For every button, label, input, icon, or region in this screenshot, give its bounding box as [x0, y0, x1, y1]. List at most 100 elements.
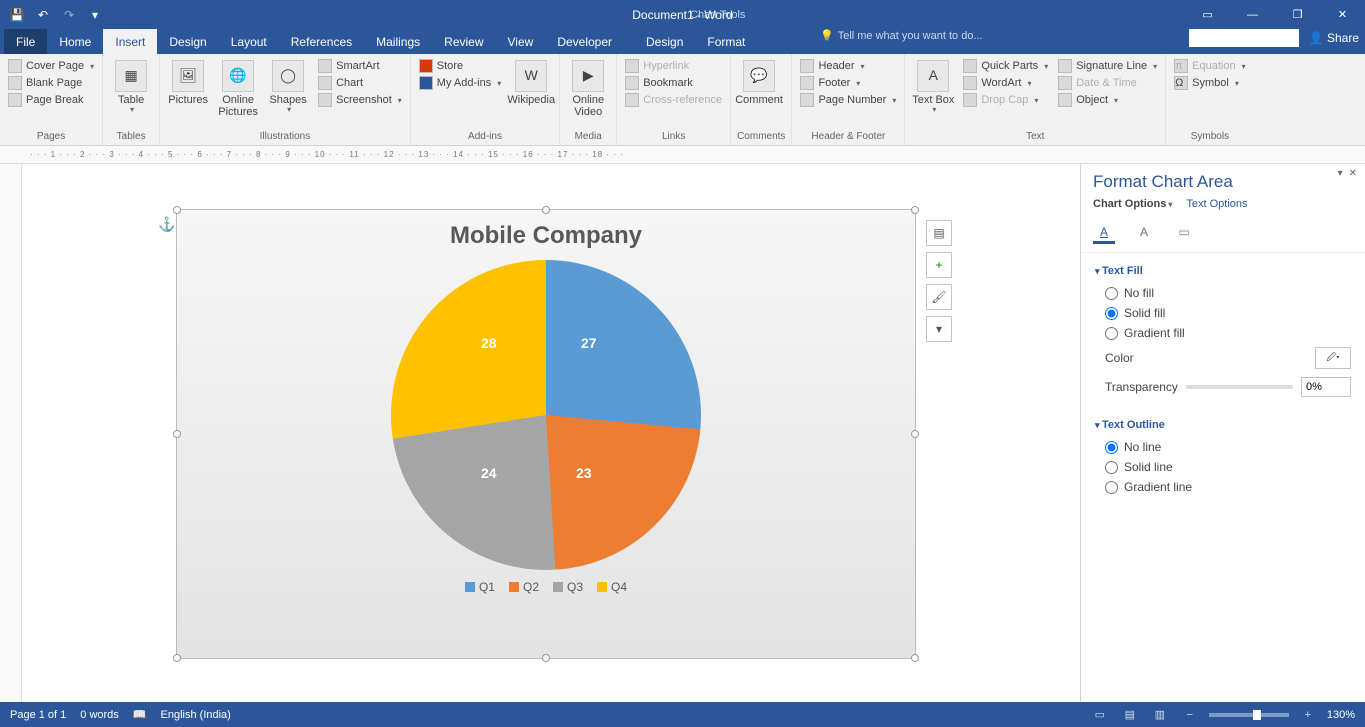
tab-mailings[interactable]: Mailings: [364, 29, 432, 54]
ribbon-display-options-icon[interactable]: ▭: [1185, 0, 1230, 29]
signature-line-button[interactable]: Signature Line: [1056, 58, 1159, 74]
resize-handle-w[interactable]: [173, 430, 181, 438]
resize-handle-se[interactable]: [911, 654, 919, 662]
zoom-slider[interactable]: [1209, 713, 1289, 717]
save-icon[interactable]: 💾: [8, 6, 26, 24]
resize-handle-nw[interactable]: [173, 206, 181, 214]
resize-handle-sw[interactable]: [173, 654, 181, 662]
resize-handle-n[interactable]: [542, 206, 550, 214]
horizontal-ruler[interactable]: · · · 1 · · · 2 · · · 3 · · · 4 · · · 5 …: [0, 146, 1365, 164]
page-break-button[interactable]: Page Break: [6, 92, 96, 108]
minimize-icon[interactable]: ―: [1230, 0, 1275, 29]
gradient-fill-radio[interactable]: Gradient fill: [1095, 323, 1351, 343]
my-addins-button[interactable]: My Add-ins: [417, 75, 503, 91]
qat-more-icon[interactable]: ▾: [86, 6, 104, 24]
chart-button[interactable]: Chart: [316, 75, 404, 91]
text-effects-icon[interactable]: A: [1133, 222, 1155, 244]
store-button[interactable]: Store: [417, 58, 503, 74]
chart-object[interactable]: Mobile Company 27 23 24 28 Q1 Q2 Q3 Q4: [176, 209, 916, 659]
tab-view[interactable]: View: [496, 29, 546, 54]
tab-developer[interactable]: Developer: [545, 29, 624, 54]
smartart-button[interactable]: SmartArt: [316, 58, 404, 74]
tab-file[interactable]: File: [4, 29, 47, 54]
online-pictures-button[interactable]: 🌐Online Pictures: [216, 58, 260, 131]
zoom-level[interactable]: 130%: [1327, 709, 1355, 721]
read-mode-icon[interactable]: ▭: [1089, 706, 1111, 724]
spellcheck-icon[interactable]: 📖: [133, 708, 147, 721]
maximize-icon[interactable]: ❐: [1275, 0, 1320, 29]
undo-icon[interactable]: ↶: [34, 6, 52, 24]
pane-close-icon[interactable]: ✕: [1349, 168, 1357, 179]
text-options-tab[interactable]: Text Options: [1186, 198, 1247, 210]
print-layout-icon[interactable]: ▤: [1119, 706, 1141, 724]
legend-item-q4[interactable]: Q4: [597, 580, 627, 594]
text-outline-section[interactable]: Text Outline: [1095, 419, 1351, 431]
word-count[interactable]: 0 words: [80, 709, 119, 721]
object-button[interactable]: Object: [1056, 92, 1159, 108]
header-button[interactable]: Header: [798, 58, 898, 74]
text-box-button[interactable]: AText Box: [911, 58, 955, 131]
pane-options-icon[interactable]: ▾: [1338, 168, 1343, 179]
vertical-ruler[interactable]: [0, 164, 22, 702]
tab-design[interactable]: Design: [157, 29, 218, 54]
chart-elements-button[interactable]: +: [926, 252, 952, 278]
chart-legend[interactable]: Q1 Q2 Q3 Q4: [177, 580, 915, 594]
chart-styles-button[interactable]: 🖌: [926, 284, 952, 310]
anchor-icon[interactable]: ⚓: [158, 216, 176, 234]
zoom-in-button[interactable]: +: [1297, 706, 1319, 724]
resize-handle-e[interactable]: [911, 430, 919, 438]
tab-references[interactable]: References: [279, 29, 364, 54]
textbox-icon[interactable]: ▭: [1173, 222, 1195, 244]
search-box[interactable]: [1189, 29, 1299, 47]
transparency-slider[interactable]: [1186, 385, 1293, 389]
no-fill-radio[interactable]: No fill: [1095, 283, 1351, 303]
pie-chart[interactable]: 27 23 24 28: [391, 260, 701, 570]
transparency-input[interactable]: [1301, 377, 1351, 397]
page-number-button[interactable]: Page Number: [798, 92, 898, 108]
web-layout-icon[interactable]: ▥: [1149, 706, 1171, 724]
close-icon[interactable]: ✕: [1320, 0, 1365, 29]
resize-handle-s[interactable]: [542, 654, 550, 662]
screenshot-button[interactable]: Screenshot: [316, 92, 404, 108]
share-button[interactable]: 👤 Share: [1309, 31, 1359, 45]
tab-insert[interactable]: Insert: [103, 29, 157, 54]
language-indicator[interactable]: English (India): [161, 709, 231, 721]
blank-page-button[interactable]: Blank Page: [6, 75, 96, 91]
zoom-out-button[interactable]: −: [1179, 706, 1201, 724]
redo-icon[interactable]: ↷: [60, 6, 78, 24]
tell-me-search[interactable]: 💡 Tell me what you want to do...: [820, 29, 983, 42]
legend-item-q2[interactable]: Q2: [509, 580, 539, 594]
text-fill-outline-icon[interactable]: A: [1093, 222, 1115, 244]
chart-title[interactable]: Mobile Company: [177, 210, 915, 250]
cover-page-button[interactable]: Cover Page: [6, 58, 96, 74]
symbol-button[interactable]: ΩSymbol: [1172, 75, 1247, 91]
chart-filters-button[interactable]: ▾: [926, 316, 952, 342]
document-canvas[interactable]: ⚓ Mobile Company 27 23 24: [22, 164, 1080, 702]
chart-options-tab[interactable]: Chart Options: [1093, 198, 1172, 210]
tab-home[interactable]: Home: [47, 29, 103, 54]
legend-item-q1[interactable]: Q1: [465, 580, 495, 594]
footer-button[interactable]: Footer: [798, 75, 898, 91]
wordart-button[interactable]: WordArt: [961, 75, 1050, 91]
resize-handle-ne[interactable]: [911, 206, 919, 214]
pictures-button[interactable]: 🖼Pictures: [166, 58, 210, 131]
gradient-line-radio[interactable]: Gradient line: [1095, 477, 1351, 497]
pie-slices[interactable]: [391, 260, 701, 570]
tab-layout[interactable]: Layout: [219, 29, 279, 54]
online-video-button[interactable]: ▶Online Video: [566, 58, 610, 131]
layout-options-button[interactable]: ▤: [926, 220, 952, 246]
text-fill-section[interactable]: Text Fill: [1095, 265, 1351, 277]
wikipedia-button[interactable]: WWikipedia: [509, 58, 553, 131]
no-line-radio[interactable]: No line: [1095, 437, 1351, 457]
quick-parts-button[interactable]: Quick Parts: [961, 58, 1050, 74]
solid-fill-radio[interactable]: Solid fill: [1095, 303, 1351, 323]
page-indicator[interactable]: Page 1 of 1: [10, 709, 66, 721]
bookmark-button[interactable]: Bookmark: [623, 75, 724, 91]
tab-chart-design[interactable]: Design: [634, 29, 695, 54]
tab-chart-format[interactable]: Format: [695, 29, 757, 54]
tab-review[interactable]: Review: [432, 29, 495, 54]
solid-line-radio[interactable]: Solid line: [1095, 457, 1351, 477]
color-picker-button[interactable]: 🖉▾: [1315, 347, 1351, 369]
comment-button[interactable]: 💬Comment: [737, 58, 781, 131]
shapes-button[interactable]: ◯Shapes: [266, 58, 310, 131]
